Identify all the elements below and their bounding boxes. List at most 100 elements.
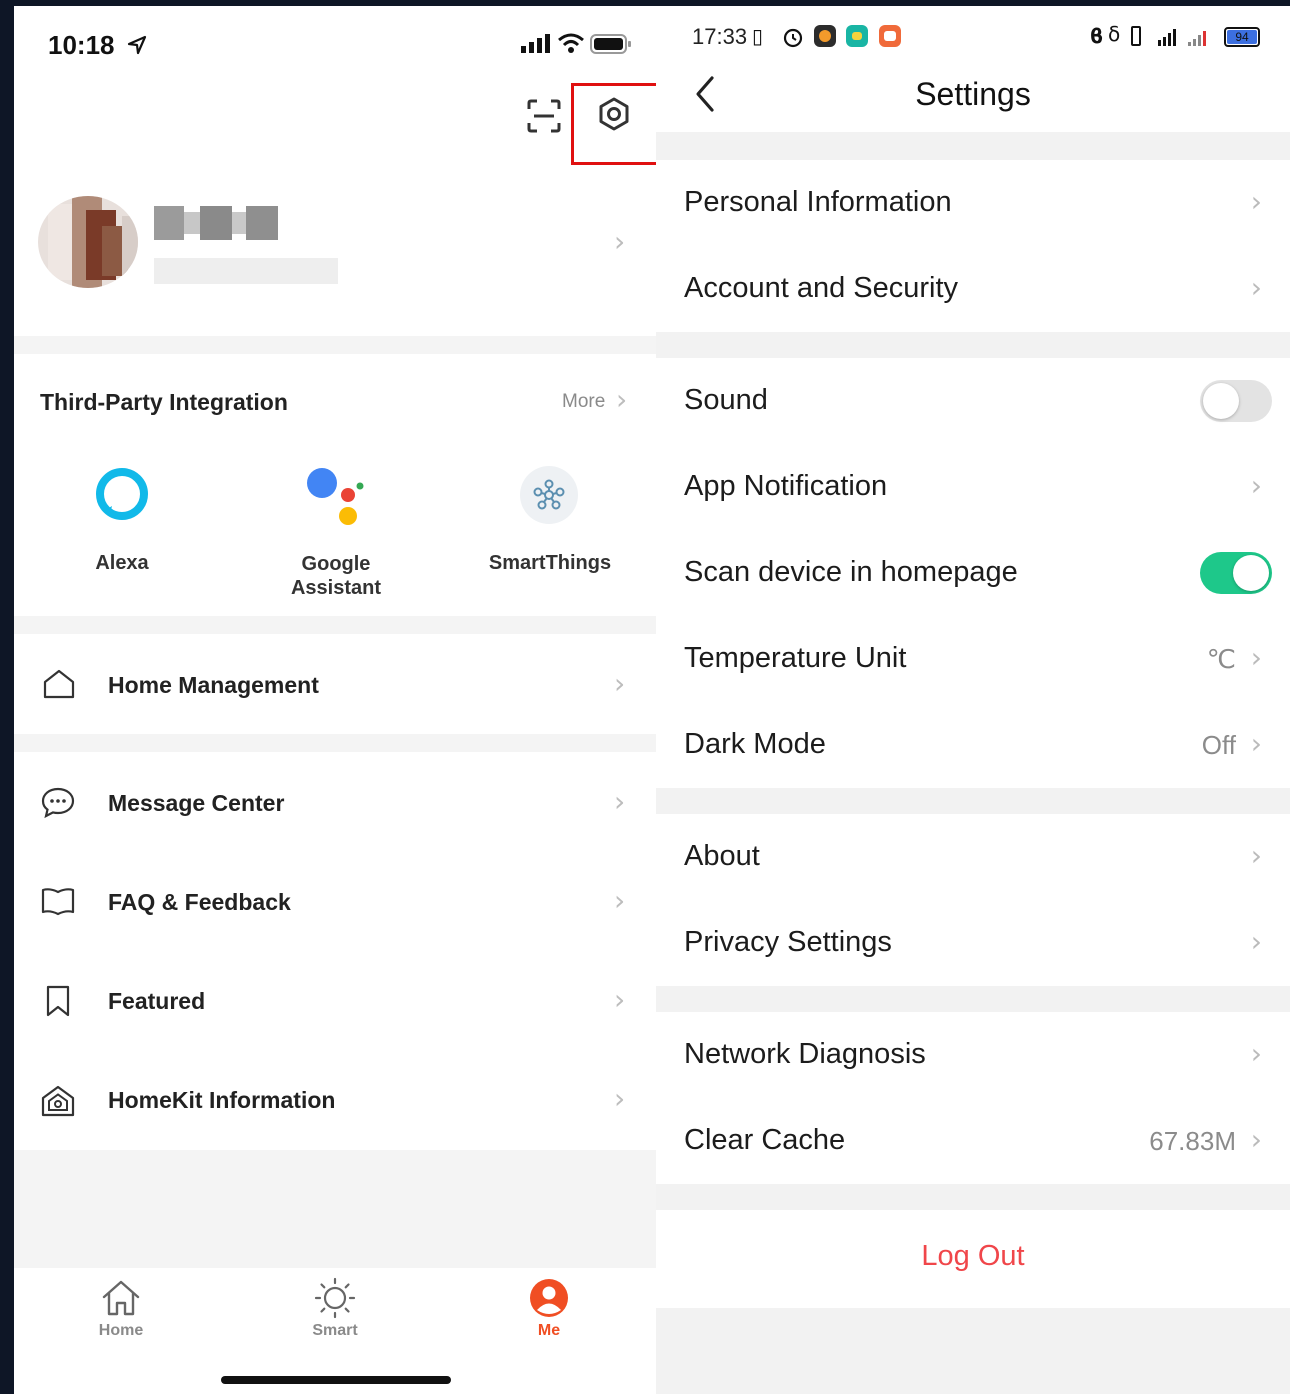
app-notification-icon-2 (846, 25, 868, 47)
alexa-tile[interactable] (94, 466, 150, 522)
about-label: About (684, 840, 760, 872)
home-management-label: Home Management (108, 672, 319, 698)
temperature-unit-label: Temperature Unit (684, 642, 907, 674)
logout-button[interactable]: Log Out (656, 1240, 1290, 1273)
account-id-redacted (154, 258, 338, 284)
app-notification-label: App Notification (684, 470, 888, 502)
location-arrow-icon (127, 35, 147, 55)
sound-label: Sound (684, 384, 768, 416)
android-status-time: 17:33 (692, 24, 748, 49)
scan-device-toggle-knob (1233, 555, 1269, 591)
message-center-chevron-icon: › (614, 785, 626, 818)
home-tab-icon (102, 1280, 140, 1316)
tab-smart-label: Smart (312, 1322, 358, 1339)
android-battery-icon: 94 (1224, 27, 1260, 47)
homekit-icon (41, 1085, 75, 1117)
tab-home-label: Home (98, 1322, 144, 1339)
network-diagnosis-label: Network Diagnosis (684, 1038, 926, 1070)
book-icon (41, 888, 75, 916)
temperature-unit-value: ℃ (1206, 644, 1236, 674)
third-party-title: Third-Party Integration (40, 389, 288, 415)
dark-mode-row[interactable]: Dark Mode Off › (656, 702, 1290, 788)
clear-cache-chevron-icon: › (1250, 1123, 1262, 1156)
clear-cache-label: Clear Cache (684, 1124, 846, 1156)
message-center-label: Message Center (108, 790, 285, 816)
privacy-settings-row[interactable]: Privacy Settings › (656, 900, 1290, 986)
privacy-settings-label: Privacy Settings (684, 926, 892, 958)
scan-device-row: Scan device in homepage (656, 530, 1290, 616)
featured-label: Featured (108, 988, 206, 1014)
google-assistant-label: Google Assistant (266, 552, 406, 600)
app-notification-chevron-icon: › (1250, 469, 1262, 502)
homekit-chevron-icon: › (614, 1082, 626, 1115)
account-security-label: Account and Security (684, 272, 959, 304)
home-outline-icon (43, 669, 75, 699)
home-management-chevron-icon: › (614, 667, 626, 700)
google-assistant-label-line1: Google (301, 553, 371, 575)
network-diagnosis-chevron-icon: › (1250, 1037, 1262, 1070)
android-signal-icon (1158, 29, 1206, 46)
battery-icon (590, 34, 631, 54)
alexa-icon (96, 468, 148, 520)
scan-device-toggle[interactable] (1200, 552, 1272, 594)
about-row[interactable]: About › (656, 814, 1290, 900)
clear-cache-row[interactable]: Clear Cache 67.83M › (656, 1098, 1290, 1184)
app-notification-row[interactable]: App Notification › (656, 444, 1290, 530)
bluetooth-icon: ϐ (1090, 24, 1104, 48)
faq-feedback-chevron-icon: › (614, 884, 626, 917)
alexa-label: Alexa (95, 552, 149, 574)
privacy-settings-chevron-icon: › (1250, 925, 1262, 958)
scan-device-label: Scan device in homepage (684, 556, 1018, 588)
featured-chevron-icon: › (614, 983, 626, 1016)
network-diagnosis-row[interactable]: Network Diagnosis › (656, 1012, 1290, 1098)
sound-row: Sound (656, 358, 1290, 444)
home-indicator (221, 1376, 451, 1384)
username-redacted (154, 206, 278, 240)
dark-mode-chevron-icon: › (1250, 727, 1262, 760)
google-assistant-icon[interactable] (302, 466, 368, 528)
nfc-icon: δ (1108, 22, 1121, 46)
settings-highlight-box (571, 83, 656, 165)
profile-chevron-icon[interactable]: › (614, 228, 625, 256)
google-assistant-label-line2: Assistant (290, 577, 382, 599)
personal-info-label: Personal Information (684, 186, 952, 218)
app-notification-icon-1 (814, 25, 836, 47)
logout-row[interactable]: Log Out (656, 1210, 1290, 1308)
smartthings-tile[interactable] (520, 466, 578, 524)
me-screen: 10:18 › Third-Party Integration More › A… (14, 6, 656, 1394)
tab-me-label: Me (537, 1322, 561, 1339)
cellular-signal-icon (521, 34, 550, 53)
scan-icon[interactable] (526, 98, 562, 134)
tab-me[interactable]: Me (512, 1274, 586, 1346)
tab-smart[interactable]: Smart (298, 1274, 372, 1346)
temperature-unit-chevron-icon: › (1250, 641, 1262, 674)
avatar[interactable] (38, 196, 138, 288)
temperature-unit-row[interactable]: Temperature Unit ℃ › (656, 616, 1290, 702)
smartthings-label: SmartThings (488, 552, 612, 574)
about-chevron-icon: › (1250, 839, 1262, 872)
faq-feedback-label: FAQ & Feedback (108, 889, 291, 915)
account-security-chevron-icon: › (1250, 271, 1262, 304)
settings-screen: 17:33 ▯ ϐ δ 94 Settings Personal Informa… (656, 6, 1290, 1394)
status-time: 10:18 (48, 30, 115, 60)
sound-toggle-knob (1203, 383, 1239, 419)
more-chevron-icon[interactable]: › (616, 386, 627, 414)
smart-sun-icon (314, 1277, 356, 1319)
personal-info-row[interactable]: Personal Information › (656, 160, 1290, 246)
bookmark-icon (46, 985, 70, 1017)
me-profile-icon (530, 1279, 568, 1317)
smartthings-icon (533, 479, 565, 510)
account-security-row[interactable]: Account and Security › (656, 246, 1290, 332)
alarm-icon (783, 28, 803, 48)
sound-toggle[interactable] (1200, 380, 1272, 422)
clear-cache-value: 67.83M (1149, 1126, 1236, 1156)
sim-icon (1131, 26, 1141, 46)
vibrate-icon: ▯ (752, 24, 764, 48)
battery-level: 94 (1235, 30, 1249, 44)
tab-home[interactable]: Home (84, 1274, 158, 1346)
wifi-icon (558, 33, 584, 53)
message-bubble-icon (41, 787, 75, 819)
dark-mode-label: Dark Mode (684, 728, 826, 760)
settings-title: Settings (915, 76, 1031, 112)
more-link[interactable]: More (562, 391, 605, 413)
